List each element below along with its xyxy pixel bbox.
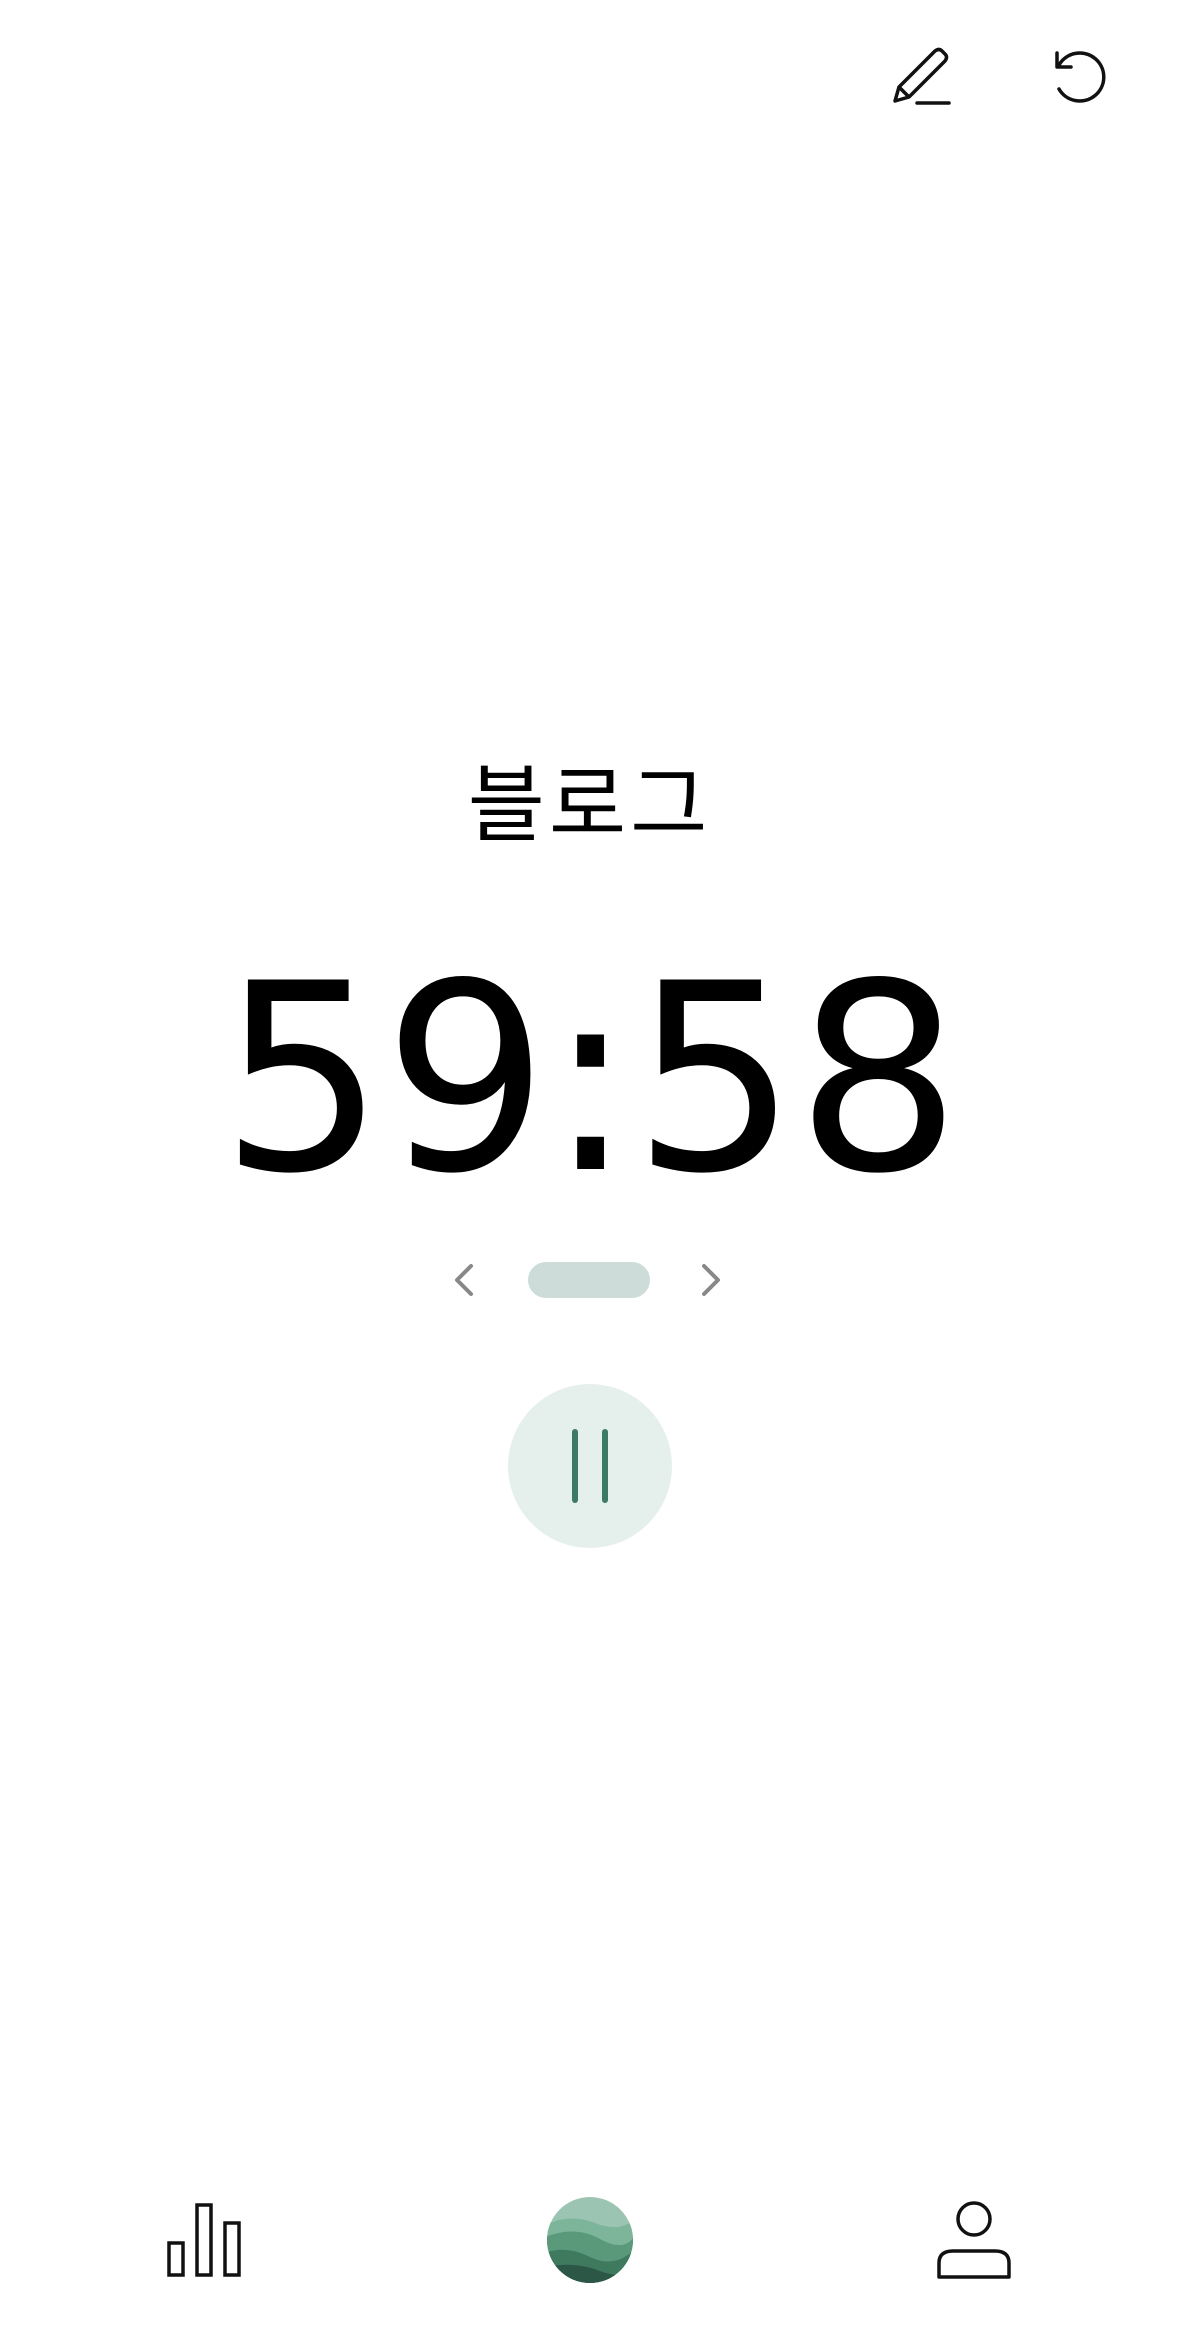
nav-statistics[interactable] — [144, 2180, 264, 2300]
bar-chart-icon — [167, 2203, 241, 2277]
reset-icon — [1055, 51, 1106, 103]
page-indicator — [528, 1262, 650, 1298]
nav-home[interactable] — [530, 2180, 650, 2300]
nav-profile[interactable] — [914, 2180, 1034, 2300]
user-icon — [937, 2201, 1011, 2279]
task-title: 블로그 — [467, 756, 712, 854]
previous-task-button[interactable] — [435, 1250, 495, 1310]
bottom-navigation — [0, 2180, 1179, 2300]
pencil-icon — [893, 47, 951, 105]
chevron-right-icon — [702, 1264, 720, 1296]
next-task-button[interactable] — [680, 1250, 740, 1310]
edit-button[interactable] — [872, 28, 972, 128]
reset-button[interactable] — [1030, 28, 1130, 128]
landscape-avatar-icon — [547, 2197, 633, 2283]
timer-display: 59:58 — [219, 929, 961, 1231]
pause-icon — [572, 1429, 608, 1503]
pause-button[interactable] — [508, 1384, 672, 1548]
task-pager — [0, 1245, 1179, 1315]
chevron-left-icon — [455, 1264, 473, 1296]
